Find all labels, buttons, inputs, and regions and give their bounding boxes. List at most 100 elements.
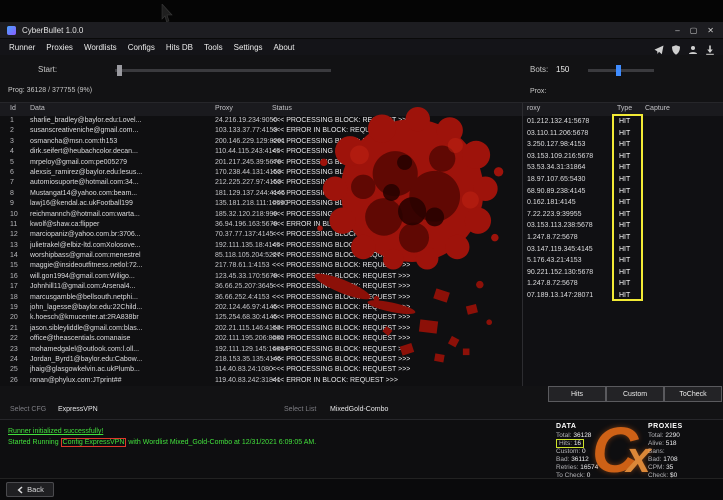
- row-data: worshipbass@gmail.com:menestrel: [30, 251, 213, 261]
- hits-column-header-capture[interactable]: Capture: [645, 105, 670, 112]
- row-data: automiosuporte@hotmail.com:34...: [30, 178, 213, 188]
- row-id: 7: [10, 178, 28, 188]
- row-data: john_lagesse@baylor.edu:22Child...: [30, 303, 213, 313]
- table-row[interactable]: 24Jordan_Byrd1@baylor.edu:Cabow...218.15…: [0, 355, 522, 365]
- hit-row[interactable]: 03.153.109.216:5678HIT: [523, 151, 723, 163]
- stat-line: Bans:: [648, 448, 683, 456]
- table-row[interactable]: 1sharlie_bradley@baylor.edu:Lovel...24.2…: [0, 116, 522, 126]
- table-row[interactable]: 10reichmannch@hotmail.com:warta...185.32…: [0, 210, 522, 220]
- table-row[interactable]: 19john_lagesse@baylor.edu:22Child...202.…: [0, 303, 522, 313]
- results-tab-custom[interactable]: Custom: [606, 386, 664, 402]
- stat-line: Total: 2290: [648, 432, 683, 440]
- menu-items: Runner Proxies Wordlists Configs Hits DB Tool…: [9, 43, 294, 52]
- mouse-cursor: [160, 4, 174, 22]
- menu-item-hits-db[interactable]: Hits DB: [166, 43, 193, 52]
- menu-item-proxies[interactable]: Proxies: [46, 43, 73, 52]
- stat-value: 1708: [663, 456, 677, 463]
- table-row[interactable]: 16will.gon1994@gmail.com:Wiligo...123.45…: [0, 272, 522, 282]
- close-button[interactable]: ✕: [707, 26, 714, 35]
- table-row[interactable]: 15maggie@insideoutfitness.netlol:72...21…: [0, 261, 522, 271]
- column-header-data[interactable]: Data: [30, 105, 45, 112]
- hit-row[interactable]: 03.147.119.345:4145HIT: [523, 244, 723, 256]
- table-row[interactable]: 3osmancha@msn.com:th153200.146.229.129:8…: [0, 137, 522, 147]
- table-row[interactable]: 23mohamedgalel@outlook.com:l.oll...192.1…: [0, 345, 522, 355]
- hit-row[interactable]: 18.97.107.65:5430HIT: [523, 174, 723, 186]
- column-header-proxy[interactable]: Proxy: [215, 105, 233, 112]
- table-row[interactable]: 2susanscreativeniche@gmail.com...103.133…: [0, 126, 522, 136]
- config-annotation-box: Config ExpressVPN: [61, 438, 127, 447]
- back-button[interactable]: Back: [6, 482, 54, 497]
- user-icon[interactable]: [688, 42, 698, 52]
- table-row[interactable]: 18marcusgamble@bellsouth.netphi...36.66.…: [0, 293, 522, 303]
- hit-row[interactable]: 1.247.8.72:5678 HIT: [523, 232, 723, 244]
- hit-proxy: 1.247.8.72:5678: [527, 232, 613, 244]
- row-status: <<< PROCESSING BLOCK: REQUEST >>>: [272, 158, 520, 168]
- hit-row[interactable]: 90.221.152.130:5678HIT: [523, 267, 723, 279]
- telegram-icon[interactable]: [654, 42, 664, 52]
- start-slider[interactable]: [115, 69, 331, 72]
- hits-column-header-proxy[interactable]: roxy: [527, 105, 540, 112]
- table-row[interactable]: 14worshipbass@gmail.com:menestrel85.118.…: [0, 251, 522, 261]
- hit-row[interactable]: 07.189.13.147:28071HIT: [523, 290, 723, 302]
- hit-type: HIT: [619, 174, 643, 186]
- table-row[interactable]: 17Johnhill11@gmail.com:Arsenal4...36.66.…: [0, 282, 522, 292]
- stat-text: Retries: 16574: [556, 464, 598, 471]
- select-list-button[interactable]: Select List: [284, 406, 316, 413]
- table-row[interactable]: 6alexsis_ramirez@baylor.edu:lesus...170.…: [0, 168, 522, 178]
- menu-item-configs[interactable]: Configs: [128, 43, 155, 52]
- column-header-id[interactable]: Id: [10, 105, 16, 112]
- select-cfg-button[interactable]: Select CFG: [10, 406, 46, 413]
- data-stats-title: DATA: [556, 423, 598, 430]
- table-row[interactable]: 20k.hoesch@kmucenter.at:2RA838br125.254.…: [0, 313, 522, 323]
- table-row[interactable]: 7automiosuporte@hotmail.com:34...212.225…: [0, 178, 522, 188]
- shield-icon[interactable]: [671, 42, 681, 52]
- table-row[interactable]: 25jhaig@glasgowkelvin.ac.ukPlumb...114.4…: [0, 365, 522, 375]
- table-row[interactable]: 8Mustangat14@yahoo.com:beam...181.129.13…: [0, 189, 522, 199]
- menu-item-tools[interactable]: Tools: [204, 43, 223, 52]
- table-row[interactable]: 13julietrakel@elbiz-ltd.comXolosove...19…: [0, 241, 522, 251]
- hit-row[interactable]: 03.153.113.238:5678HIT: [523, 220, 723, 232]
- hit-row[interactable]: 03.110.11.206:5678HIT: [523, 128, 723, 140]
- row-data: Mustangat14@yahoo.com:beam...: [30, 189, 213, 199]
- table-row[interactable]: 4dirk.seifert@heubachcolor.decan...110.4…: [0, 147, 522, 157]
- table-row[interactable]: 22office@theascentials.comanaise202.111.…: [0, 334, 522, 344]
- download-icon[interactable]: [705, 42, 715, 52]
- menu-item-about[interactable]: About: [274, 43, 295, 52]
- hit-type: HIT: [619, 128, 643, 140]
- hits-column-header-type[interactable]: Type: [617, 105, 632, 112]
- proxy-stats: PROXIES Total: 2290Alive: 518Bans: Bad: …: [648, 423, 683, 480]
- app-window: CyberBullet 1.0.0 – ▢ ✕ RunnerProxiesWor…: [0, 0, 723, 500]
- table-row[interactable]: 11kwolf@shaw.ca:flipper36.94.196.163:567…: [0, 220, 522, 230]
- hit-row[interactable]: 5.176.43.21:4153HIT: [523, 255, 723, 267]
- results-tab-hits[interactable]: Hits: [548, 386, 606, 402]
- column-header-status[interactable]: Status: [272, 105, 292, 112]
- hit-type: HIT: [619, 232, 643, 244]
- menu-item-wordlists[interactable]: Wordlists: [84, 43, 117, 52]
- hit-row[interactable]: 01.212.132.41:5678HIT: [523, 116, 723, 128]
- menu-item-settings[interactable]: Settings: [234, 43, 263, 52]
- table-row[interactable]: 26ronan@phylux.com:JTprint##119.40.83.24…: [0, 376, 522, 386]
- table-row[interactable]: 9lawj16@kendal.ac.ukFootball199135.181.2…: [0, 199, 522, 209]
- maximize-button[interactable]: ▢: [690, 26, 698, 35]
- table-row[interactable]: 5mrpeloy@gmail.com:pe005279201.217.245.3…: [0, 158, 522, 168]
- results-tab-tocheck[interactable]: ToCheck: [664, 386, 722, 402]
- hit-proxy: 53.53.34.31:31864: [527, 162, 613, 174]
- hit-row[interactable]: 1.247.8.72:5678HIT: [523, 278, 723, 290]
- table-row[interactable]: 12marciopaniz@yahoo.com.br:3706...70.37.…: [0, 230, 522, 240]
- table-row[interactable]: 21jason.sibleyliddle@gmail.com:blas...20…: [0, 324, 522, 334]
- bots-slider-handle[interactable]: [616, 65, 621, 76]
- hit-row[interactable]: 7.22.223.9:39955HIT: [523, 209, 723, 221]
- hit-row[interactable]: 53.53.34.31:31864HIT: [523, 162, 723, 174]
- start-slider-handle[interactable]: [117, 65, 122, 76]
- hit-row[interactable]: 68.90.89.238:4145HIT: [523, 186, 723, 198]
- selected-config-value: ExpressVPN: [58, 406, 98, 413]
- row-status: <<< ERROR IN BLOCK: REQUEST >>>: [272, 376, 520, 386]
- row-status: <<< PROCESSING BLOCK: REQUEST >>>: [272, 365, 520, 375]
- bots-slider[interactable]: [588, 69, 654, 72]
- hit-row[interactable]: 3.250.127.98:4153HIT: [523, 139, 723, 151]
- hit-row[interactable]: 0.162.181:4145HIT: [523, 197, 723, 209]
- row-data: will.gon1994@gmail.com:Wiligo...: [30, 272, 213, 282]
- minimize-button[interactable]: –: [675, 26, 679, 35]
- row-data: lawj16@kendal.ac.ukFootball199: [30, 199, 213, 209]
- menu-item-runner[interactable]: Runner: [9, 43, 35, 52]
